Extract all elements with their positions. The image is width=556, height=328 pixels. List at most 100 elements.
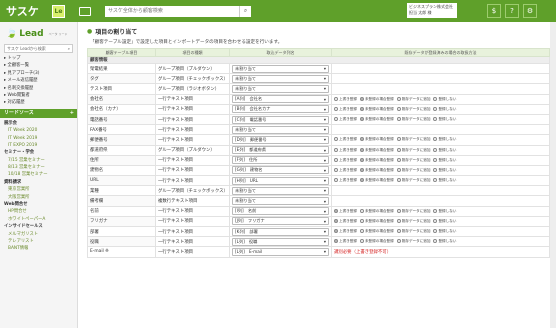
handling-radio[interactable]: 既存データに追加 <box>396 229 430 234</box>
sidebar-section[interactable]: 資料請求 <box>0 179 77 186</box>
handling-radio[interactable]: 未登録の場合登録 <box>359 96 394 102</box>
handling-radio[interactable]: 上書き登録 <box>334 106 357 112</box>
column-select[interactable]: [I列] 名前 ▾ <box>232 207 329 216</box>
column-select[interactable]: [L列] E-mail ▾ <box>232 247 329 256</box>
handling-radio[interactable]: 上書き登録 <box>334 208 357 214</box>
billing-button[interactable]: $ <box>487 4 501 18</box>
sidebar-subitem[interactable]: BANT情報 <box>0 245 77 252</box>
handling-radio[interactable]: 登録しない <box>433 106 456 112</box>
sidebar-section[interactable]: Web問合せ <box>0 201 77 208</box>
column-select[interactable]: 未割り当て ▾ <box>232 74 329 83</box>
handling-radio[interactable]: 上書き登録 <box>334 96 357 102</box>
handling-radio[interactable]: 未登録の場合登録 <box>359 218 394 224</box>
handling-radio[interactable]: 上書き登録 <box>334 117 357 122</box>
sidebar-item[interactable]: ▸ Web閲覧者 <box>0 92 77 99</box>
sidebar-subitem[interactable]: ホワイトペーパーA <box>0 216 77 223</box>
handling-radio-group[interactable]: 上書き登録 未登録の場合登録 既存データに追加 登録しない <box>334 106 547 112</box>
handling-radio[interactable]: 登録しない <box>433 229 456 234</box>
handling-radio[interactable]: 登録しない <box>433 239 456 244</box>
sidebar-subitem[interactable]: 東京営業所 <box>0 186 77 193</box>
handling-radio[interactable]: 未登録の場合登録 <box>359 239 394 244</box>
handling-radio[interactable]: 未登録の場合登録 <box>359 147 394 153</box>
handling-radio[interactable]: 既存データに追加 <box>396 137 430 142</box>
sidebar-search[interactable]: サスケ Leadから検索 ⌕ <box>4 44 73 53</box>
handling-radio[interactable]: 既存データに追加 <box>396 167 430 173</box>
handling-radio[interactable]: 未登録の場合登録 <box>359 106 394 112</box>
sidebar-item[interactable]: ▸ トップ <box>0 55 77 62</box>
handling-radio[interactable]: 上書き登録 <box>334 167 357 173</box>
column-select[interactable]: [E列] 都道府県 ▾ <box>232 146 329 155</box>
handling-radio[interactable]: 未登録の場合登録 <box>359 229 394 234</box>
handling-radio[interactable]: 登録しない <box>433 117 456 122</box>
handling-radio[interactable]: 登録しない <box>433 96 456 102</box>
handling-radio-group[interactable]: 上書き登録 未登録の場合登録 既存データに追加 登録しない <box>334 208 547 214</box>
handling-radio[interactable]: 未登録の場合登録 <box>359 167 394 173</box>
handling-radio[interactable]: 登録しない <box>433 157 456 163</box>
handling-radio[interactable]: 登録しない <box>433 218 456 224</box>
sidebar-section[interactable]: インサイドセールス <box>0 223 77 230</box>
sidebar-item[interactable]: ▸ 名刺交換履歴 <box>0 85 77 92</box>
handling-radio[interactable]: 既存データに追加 <box>396 178 430 183</box>
app-switcher-badge[interactable]: Le <box>52 4 65 18</box>
search-icon[interactable]: ⌕ <box>68 46 70 51</box>
handling-radio[interactable]: 上書き登録 <box>334 218 357 224</box>
handling-radio[interactable]: 既存データに追加 <box>396 106 430 112</box>
column-select[interactable]: 未割り当て ▾ <box>232 186 329 195</box>
column-select[interactable]: [J列] フリガナ ▾ <box>232 217 329 226</box>
handling-radio[interactable]: 既存データに追加 <box>396 239 430 244</box>
global-search-input[interactable] <box>105 5 239 17</box>
column-select[interactable]: 未割り当て ▾ <box>232 64 329 73</box>
handling-radio-group[interactable]: 上書き登録 未登録の場合登録 既存データに追加 登録しない <box>334 117 547 122</box>
handling-radio-group[interactable]: 上書き登録 未登録の場合登録 既存データに追加 登録しない <box>334 178 547 183</box>
handling-radio-group[interactable]: 上書き登録 未登録の場合登録 既存データに追加 登録しない <box>334 239 547 244</box>
user-info[interactable]: ビジネスプラン株式会社 担当 太郎 様 <box>407 3 457 18</box>
handling-radio[interactable]: 上書き登録 <box>334 147 357 153</box>
sidebar-subitem[interactable]: IT Week 2020 <box>0 127 77 134</box>
lead-logo[interactable]: 🍃 Lead ベータ リード <box>0 22 77 42</box>
handling-radio[interactable]: 既存データに追加 <box>396 157 430 163</box>
add-icon[interactable]: + <box>70 109 74 118</box>
column-select[interactable]: [H列] URL ▾ <box>232 176 329 185</box>
handling-radio[interactable]: 既存データに追加 <box>396 96 430 102</box>
help-button[interactable]: ? <box>505 4 519 18</box>
handling-radio[interactable]: 既存データに追加 <box>396 218 430 224</box>
handling-radio-group[interactable]: 上書き登録 未登録の場合登録 既存データに追加 登録しない <box>334 96 547 102</box>
handling-radio[interactable]: 既存データに追加 <box>396 208 430 214</box>
sidebar-item[interactable]: ▸ メール返信履歴 <box>0 77 77 84</box>
handling-radio[interactable]: 登録しない <box>433 208 456 214</box>
column-select[interactable]: [F列] 住所 ▾ <box>232 156 329 165</box>
handling-radio[interactable]: 未登録の場合登録 <box>359 137 394 142</box>
lead-source-header[interactable]: リードソース + <box>0 108 77 118</box>
sidebar-section[interactable]: セミナー・学会 <box>0 149 77 156</box>
handling-radio[interactable]: 上書き登録 <box>334 137 357 142</box>
column-select[interactable]: [K列] 部署 ▾ <box>232 227 329 236</box>
handling-radio[interactable]: 上書き登録 <box>334 178 357 183</box>
handling-radio[interactable]: 未登録の場合登録 <box>359 157 394 163</box>
column-select[interactable]: [G列] 建物名 ▾ <box>232 166 329 175</box>
mail-icon[interactable] <box>79 6 91 16</box>
handling-radio[interactable]: 上書き登録 <box>334 239 357 244</box>
column-select[interactable]: [C列] 電話番号 ▾ <box>232 115 329 124</box>
sidebar-item[interactable]: ▸ 全顧客一覧 <box>0 62 77 69</box>
sidebar-item[interactable]: ▸ 見アプローチ(3) <box>0 70 77 77</box>
handling-radio-group[interactable]: 上書き登録 未登録の場合登録 既存データに追加 登録しない <box>334 229 547 234</box>
sidebar-subitem[interactable]: 8/13 営業セミナー <box>0 164 77 171</box>
column-select[interactable]: [B列] 会社名カナ ▾ <box>232 105 329 114</box>
sidebar-section[interactable]: 展示会 <box>0 120 77 127</box>
handling-radio[interactable]: 登録しない <box>433 167 456 173</box>
handling-radio-group[interactable]: 上書き登録 未登録の場合登録 既存データに追加 登録しない <box>334 167 547 173</box>
sidebar-subitem[interactable]: 大阪営業所 <box>0 194 77 201</box>
sidebar-subitem[interactable]: 7/15 営業セミナー <box>0 157 77 164</box>
handling-radio[interactable]: 登録しない <box>433 147 456 153</box>
sidebar-item[interactable]: ▸ 対応履歴 <box>0 99 77 106</box>
column-select[interactable]: 未割り当て ▾ <box>232 125 329 134</box>
handling-radio[interactable]: 登録しない <box>433 137 456 142</box>
column-select[interactable]: [L列] 役職 ▾ <box>232 237 329 246</box>
sidebar-subitem[interactable]: HP問合せ <box>0 208 77 215</box>
column-select[interactable]: [A列] 会社名 ▾ <box>232 95 329 104</box>
sasuke-logo[interactable]: サスケ <box>0 3 52 19</box>
handling-radio-group[interactable]: 上書き登録 未登録の場合登録 既存データに追加 登録しない <box>334 157 547 163</box>
handling-radio-group[interactable]: 上書き登録 未登録の場合登録 既存データに追加 登録しない <box>334 147 547 153</box>
scrollbar[interactable] <box>550 22 556 328</box>
sidebar-subitem[interactable]: IT Week 2019 <box>0 135 77 142</box>
